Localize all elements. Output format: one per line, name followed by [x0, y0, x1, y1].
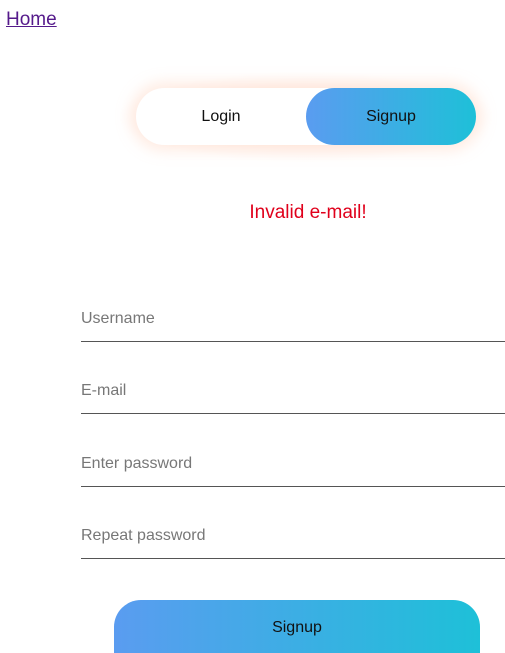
- error-message: Invalid e-mail!: [249, 202, 367, 223]
- repeat-password-input[interactable]: [81, 518, 505, 554]
- signup-tab-label: Signup: [366, 107, 416, 125]
- signup-submit-label: Signup: [272, 618, 322, 636]
- login-tab-label: Login: [201, 107, 241, 125]
- password-field: [81, 446, 505, 487]
- home-link[interactable]: Home: [6, 9, 57, 31]
- username-field: [81, 301, 505, 342]
- repeat-password-field: [81, 518, 505, 559]
- email-input[interactable]: [81, 373, 505, 409]
- signup-tab-button[interactable]: Signup: [306, 88, 476, 145]
- email-field: [81, 373, 505, 414]
- signup-submit-button[interactable]: Signup: [114, 600, 480, 653]
- login-tab-button[interactable]: Login: [136, 88, 306, 145]
- username-input[interactable]: [81, 301, 505, 337]
- login-signup-toggle: Login Signup: [136, 88, 476, 145]
- password-input[interactable]: [81, 446, 505, 482]
